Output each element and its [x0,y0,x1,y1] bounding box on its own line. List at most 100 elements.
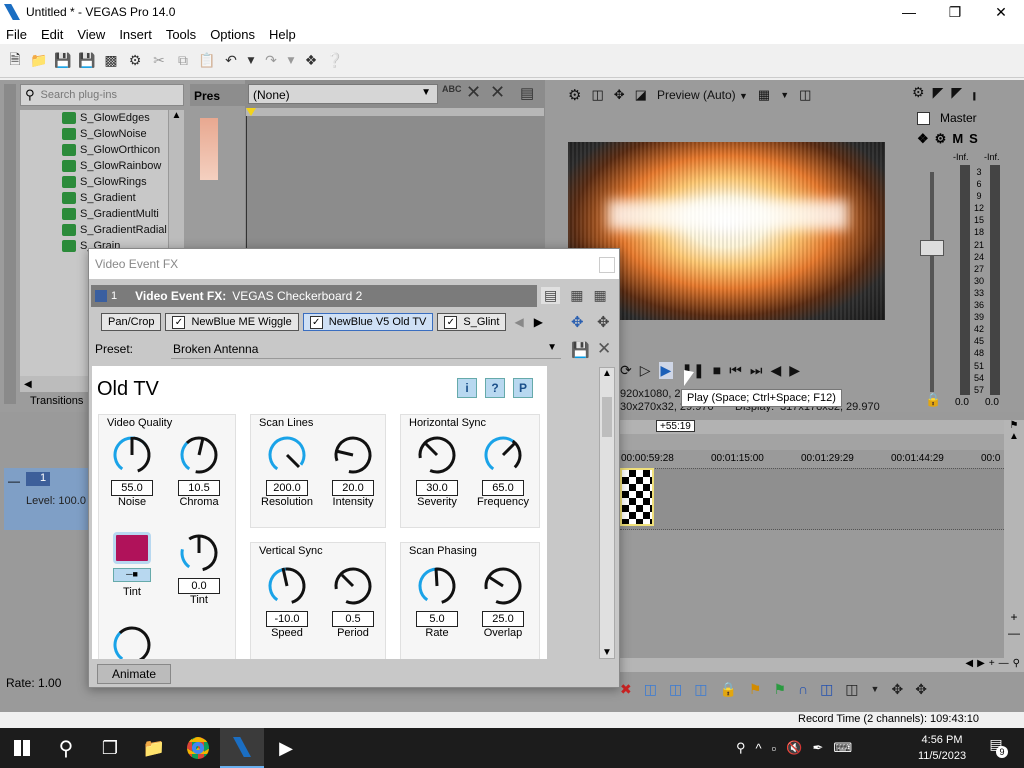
intensity-knob[interactable] [332,434,374,476]
noise-value[interactable]: 55.0 [111,480,153,496]
dialog-close-button[interactable] [599,257,615,273]
chain-view-tiles-icon[interactable]: ▦ [593,287,606,304]
animate-button[interactable]: Animate [97,664,171,684]
chroma-value[interactable]: 10.5 [178,480,220,496]
people-icon[interactable]: ⚲ [736,740,746,756]
trim-start-icon[interactable]: ◫ [644,681,657,698]
glint-checkbox[interactable]: ✓ [444,315,458,329]
play-icon[interactable]: ▶ [658,361,674,379]
chain-item-oldtv[interactable]: ✓ NewBlue V5 Old TV [302,313,434,331]
remove-icon[interactable]: ✕ [490,82,505,103]
extra-knob[interactable] [111,624,153,659]
extract-icon[interactable]: ✥ [915,681,927,698]
undo-dropdown-icon[interactable]: ▼ [246,52,256,70]
pan-crop-button[interactable]: Pan/Crop [101,313,162,331]
split-icon[interactable]: ◫ [694,681,707,698]
severity-value[interactable]: 30.0 [416,480,458,496]
next-frame-icon[interactable]: ▶ [789,362,800,379]
chain-view-grid-icon[interactable]: ▦ [570,287,583,304]
master-fader-handle[interactable] [920,240,944,256]
scroll-left-icon[interactable]: ◀ [965,658,973,672]
keyboard-icon[interactable]: ⌨ [833,740,852,756]
zoom-tool-icon[interactable]: ⚲ [1013,658,1020,672]
prev-frame-icon[interactable]: ◀ [770,362,781,379]
wiggle-checkbox[interactable]: ✓ [172,315,186,329]
redo-dropdown-icon[interactable]: ▼ [286,52,296,70]
menu-help[interactable]: Help [269,27,296,42]
minimize-button[interactable]: — [886,0,932,24]
rate-value[interactable]: 5.0 [416,611,458,627]
properties-gear-icon[interactable]: ⚙ [126,52,144,70]
marker-flag-icon[interactable]: ⚑ [1004,420,1024,431]
lock-icon[interactable]: 🔒 [925,392,941,408]
timeline-vscroll[interactable]: ⚑ ▲ + — [1004,420,1024,660]
loop-region-marker[interactable]: +55:19 [656,420,695,432]
whats-this-help-icon[interactable]: ❔ [326,52,344,70]
render-icon[interactable]: ▩ [102,52,120,70]
scroll-thumb[interactable] [602,397,612,437]
delete-preset-icon[interactable]: ✕ [597,339,611,359]
overlap-value[interactable]: 25.0 [482,611,524,627]
crossfade-icon[interactable]: ◫ [845,681,858,698]
master-fader-track[interactable] [930,172,934,392]
info-button[interactable]: i [457,378,477,398]
master-enable-checkbox[interactable] [917,111,930,125]
save-preset-icon[interactable]: 💾 [571,341,590,359]
go-to-end-icon[interactable]: ⏭ [750,362,763,379]
remove-plugin-icon[interactable]: ✥ [597,313,610,331]
undo-icon[interactable]: ↶ [222,52,240,70]
chrome-icon[interactable] [176,728,220,768]
severity-knob[interactable] [416,434,458,476]
save-as-icon[interactable]: 💾 [78,52,96,70]
list-item[interactable]: S_GradientMulti [20,206,184,222]
chain-prev-icon[interactable]: ◀ [514,315,523,329]
network-icon[interactable]: ▫ [772,741,777,756]
trimmer-options-icon[interactable]: ▤ [520,84,534,102]
frequency-value[interactable]: 65.0 [482,480,524,496]
plugin-chain-icon[interactable]: ✥ [571,313,584,331]
delete-icon[interactable]: ✕ [466,82,481,103]
snap-icon[interactable]: ∩ [798,681,808,697]
scroll-up-icon[interactable]: ▲ [600,368,614,379]
multicam-icon[interactable]: ✥ [891,681,903,698]
overlay-icon[interactable]: ✥ [614,87,625,103]
preset-select[interactable]: Broken Antenna ▼ [171,339,561,359]
tint-value[interactable]: 0.0 [178,578,220,594]
preview-gear-icon[interactable]: ⚙ [568,86,581,104]
save-icon[interactable]: 💾 [54,52,72,70]
period-knob[interactable] [332,565,374,607]
resolution-value[interactable]: 200.0 [266,480,308,496]
rate-knob[interactable] [416,565,458,607]
zoom-out-icon[interactable]: — [1004,626,1024,640]
chain-item-wiggle[interactable]: ✓ NewBlue ME Wiggle [165,313,299,331]
video-track-lane[interactable] [620,468,1004,530]
spellcheck-icon[interactable]: ABC [442,84,462,102]
mixer-gear-icon[interactable]: ⚙ [912,84,925,102]
timecode-ruler[interactable] [620,434,1004,450]
open-folder-icon[interactable]: 📁 [30,52,48,70]
plugin-ui-scrollbar[interactable]: ▲ ▼ [599,367,615,659]
period-value[interactable]: 0.5 [332,611,374,627]
menu-tools[interactable]: Tools [166,27,196,42]
chain-item-glint[interactable]: ✓ S_Glint [437,313,507,331]
list-item[interactable]: S_GlowNoise [20,126,184,142]
chroma-knob[interactable] [178,434,220,476]
preview-quality-select[interactable]: Preview (Auto) ▼ [657,88,748,102]
insert-marker-icon[interactable]: ⚑ [749,681,762,698]
frequency-knob[interactable] [482,434,524,476]
loop-icon[interactable]: ⟳ [620,362,632,379]
delete-clip-icon[interactable]: ✖ [620,681,632,698]
checkerboard-clip[interactable] [620,468,654,526]
chain-next-icon[interactable]: ▶ [534,315,543,329]
insert-region-icon[interactable]: ⚑ [773,681,786,698]
tint-slider[interactable]: ─■ [113,568,151,582]
timeline-ruler[interactable]: +55:19 [620,420,1004,434]
tint-knob[interactable] [178,532,220,574]
vegas-taskbar-icon[interactable] [220,728,264,768]
timeline-hscroll[interactable]: ◀ ▶ + — ⚲ [620,658,1024,672]
stop-icon[interactable]: ■ [713,362,721,378]
list-item[interactable]: S_Gradient [20,190,184,206]
menu-options[interactable]: Options [210,27,255,42]
speed-knob[interactable] [266,565,308,607]
fx-gear-icon[interactable]: ⚙ [935,131,947,147]
